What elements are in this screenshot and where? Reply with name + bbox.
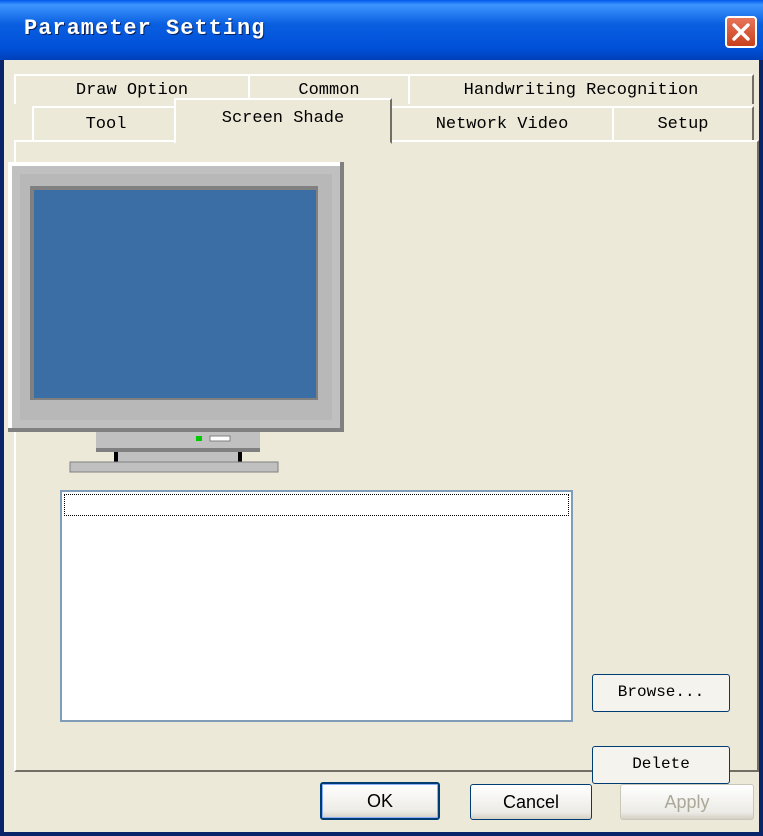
tab-tool[interactable]: Tool <box>32 106 180 142</box>
tab-screen-shade[interactable]: Screen Shade <box>174 98 392 144</box>
shade-image-list[interactable] <box>60 490 573 722</box>
close-button[interactable] <box>725 16 757 48</box>
close-icon <box>732 23 750 41</box>
title-bar[interactable]: Parameter Setting <box>0 0 763 60</box>
tab-strip: Draw Option Common Handwriting Recogniti… <box>4 60 759 144</box>
browse-button[interactable]: Browse... <box>592 674 730 712</box>
tab-handwriting-recognition[interactable]: Handwriting Recognition <box>408 74 754 104</box>
tab-network-video[interactable]: Network Video <box>390 106 614 142</box>
window-title: Parameter Setting <box>24 16 266 41</box>
monitor-icon <box>8 162 344 473</box>
cancel-button[interactable]: Cancel <box>470 784 592 820</box>
apply-button: Apply <box>620 784 754 820</box>
screen-shade-panel: Browse... Delete <box>8 140 759 784</box>
dialog-window: Parameter Setting Draw Option Common Han… <box>0 0 763 836</box>
dialog-client: Draw Option Common Handwriting Recogniti… <box>4 60 759 832</box>
tab-setup[interactable]: Setup <box>612 106 754 142</box>
list-item[interactable] <box>64 494 569 516</box>
ok-button[interactable]: OK <box>320 782 440 820</box>
delete-button[interactable]: Delete <box>592 746 730 784</box>
